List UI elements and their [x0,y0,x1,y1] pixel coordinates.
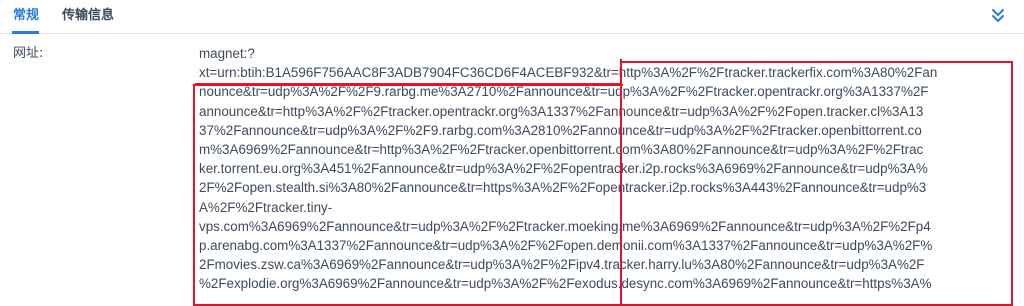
url-line: p.arenabg.com%3A1337%2Fannounce&tr=udp%3… [199,238,933,254]
url-line: m%3A6969%2Fannounce&tr=http%3A%2F%2Ftrac… [199,142,924,158]
tab-bar: 常规 传输信息 [0,0,1024,34]
url-line: %2Fexplodie.org%3A6969%2Fannounce&tr=udp… [199,276,932,292]
url-line: 37%2Fannounce&tr=udp%3A%2F%2F9.rarbg.com… [199,122,922,138]
url-field-label: 网址: [13,46,44,61]
url-line: xt=urn:btih:B1A596F756AAC8F3ADB7904FC36C… [199,65,938,81]
double-chevron-down-icon[interactable] [988,6,1008,26]
url-line: magnet:? [199,46,255,61]
tab-transfer-info[interactable]: 传输信息 [62,8,114,24]
url-line: ker.torrent.eu.org%3A451%2Fannounce&tr=u… [199,161,928,177]
url-line: 2F%2Fopen.stealth.si%3A80%2Fannounce&tr=… [199,180,927,196]
url-line: announce&tr=http%3A%2F%2Ftracker.opentra… [199,103,924,119]
url-line: 2Fmovies.zsw.ca%3A6969%2Fannounce&tr=udp… [199,257,925,273]
url-line: vps.com%3A6969%2Fannounce&tr=udp%3A%2F%2… [199,218,931,234]
active-tab-indicator [12,31,39,34]
url-line: A%2F%2Ftracker.tiny- [199,199,333,215]
url-line: nounce&tr=udp%3A%2F%2F9.rarbg.me%3A2710%… [199,84,929,100]
magnet-url-value: magnet:? xt=urn:btih:B1A596F756AAC8F3ADB7… [199,44,1019,304]
tab-general[interactable]: 常规 [13,8,39,24]
